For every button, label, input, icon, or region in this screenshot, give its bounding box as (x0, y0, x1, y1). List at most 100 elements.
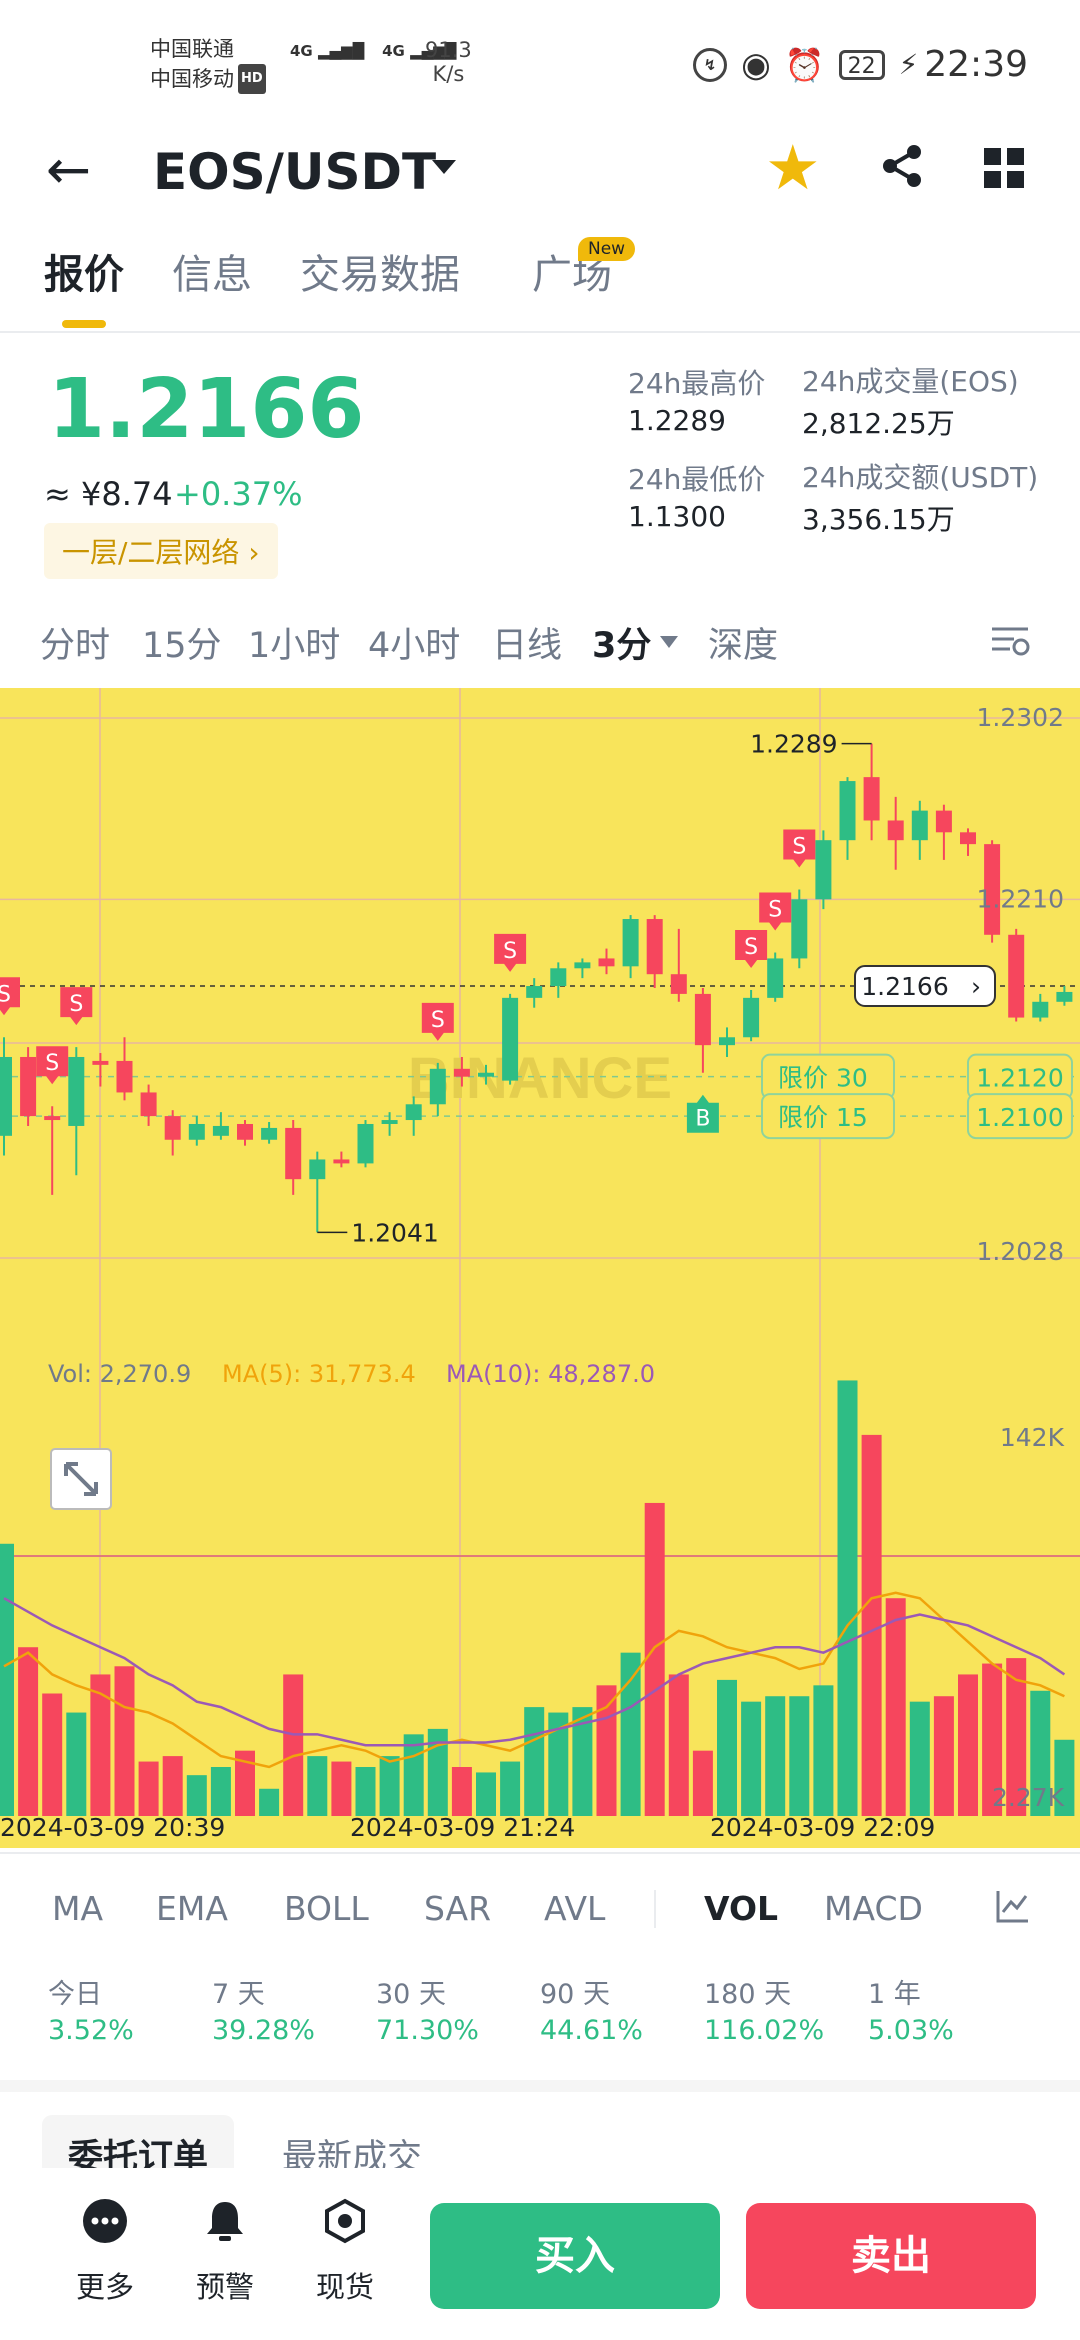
volume-bar (789, 1696, 810, 1816)
alert-button[interactable]: 预警 (175, 2198, 275, 2306)
buy-button[interactable]: 买入 (430, 2203, 720, 2309)
order-price-label: 1.2120 (976, 1064, 1063, 1093)
volume-bar (210, 1767, 231, 1816)
volume-bar (861, 1434, 882, 1816)
sell-marker: S (494, 933, 527, 972)
more-button[interactable]: 更多 (55, 2198, 155, 2306)
expand-chart-icon[interactable] (50, 1448, 112, 1510)
candle-body (285, 1127, 302, 1180)
network-button[interactable]: 一层/二层网络 › (44, 523, 278, 579)
interval-15m[interactable]: 15分 (142, 622, 222, 670)
buy-marker: B (686, 1094, 719, 1133)
volume-bar (451, 1767, 472, 1816)
vol-legend: Vol: 2,270.9 (48, 1360, 191, 1388)
battery-icon: 22 (838, 49, 885, 80)
candle-body (743, 997, 760, 1038)
alert-label: 预警 (195, 2270, 254, 2304)
candle-body (1032, 1001, 1049, 1018)
perf-value-2: 71.30% (376, 2015, 479, 2046)
pair-title[interactable]: EOS/USDT (153, 142, 436, 202)
tab-trading-data[interactable]: 交易数据 (300, 245, 460, 305)
candle-body (68, 1056, 85, 1126)
volume-bar (813, 1685, 834, 1816)
indicator-boll[interactable]: BOLL (284, 1885, 369, 1933)
price-axis-label: 1.2302 (977, 703, 1064, 732)
sell-marker-label: S (69, 992, 83, 1017)
candle-body (815, 840, 832, 900)
charging-icon: ⚡ (898, 48, 919, 81)
volume-bar (765, 1696, 786, 1816)
grid-menu-icon[interactable] (984, 148, 1024, 188)
tab-info[interactable]: 信息 (172, 245, 252, 305)
indicator-vol[interactable]: VOL (704, 1885, 778, 1933)
spot-label: 现货 (315, 2270, 374, 2304)
sell-marker-label: S (45, 1051, 59, 1076)
stat-label-low: 24h最低价 (628, 463, 766, 496)
stat-value-volume: 2,812.25万 (802, 407, 955, 440)
kline-svg[interactable]: BINANCE 1.2166 ›限价 30 1.2120限价 15 1.2100 SS… (0, 688, 1080, 1848)
candle-body (863, 777, 880, 821)
candle-body (309, 1159, 326, 1180)
volume-bar (837, 1380, 858, 1816)
share-icon[interactable] (878, 142, 926, 190)
indicator-avl[interactable]: AVL (544, 1885, 605, 1933)
active-tab-indicator (62, 320, 106, 328)
back-arrow-icon[interactable]: ← (46, 140, 91, 200)
volume-bar (596, 1685, 617, 1816)
interval-1h[interactable]: 1小时 (248, 622, 340, 670)
volume-bar (18, 1647, 39, 1816)
indicator-settings-icon[interactable] (995, 1888, 1031, 1924)
top-tabs: 报价 信息 交易数据 广场 (0, 245, 1080, 333)
candle-body (526, 986, 543, 998)
candle-body (839, 781, 856, 841)
candle-body (357, 1123, 374, 1164)
interval-3m[interactable]: 3分 (592, 622, 651, 670)
candle-body (574, 962, 591, 969)
section-separator (0, 2080, 1080, 2092)
interval-depth[interactable]: 深度 (708, 622, 778, 670)
sell-button[interactable]: 卖出 (746, 2203, 1036, 2309)
volume-bar (186, 1775, 207, 1816)
favorite-star-icon[interactable]: ★ (765, 135, 821, 201)
volume-bar (476, 1772, 496, 1816)
candle-body (960, 832, 976, 845)
stat-value-low: 1.1300 (628, 500, 726, 533)
volume-bar (933, 1696, 954, 1816)
interval-more-icon[interactable] (660, 636, 678, 648)
perf-value-3: 44.61% (540, 2015, 643, 2046)
hd-badge: HD (238, 64, 266, 94)
indicator-sar[interactable]: SAR (424, 1885, 491, 1933)
stat-value-high: 1.2289 (628, 404, 726, 437)
perf-label-4: 180 天 (704, 1979, 792, 2010)
candle-body (694, 993, 711, 1046)
indicator-ma[interactable]: MA (52, 1885, 103, 1933)
current-price-label: 1.2166 (861, 972, 948, 1001)
interval-1d[interactable]: 日线 (492, 622, 562, 670)
chart-settings-icon[interactable] (990, 625, 1030, 661)
volume-bar (307, 1756, 328, 1816)
volume-bar (331, 1761, 352, 1816)
sell-marker-label: S (792, 834, 806, 859)
clock: 22:39 (924, 44, 1028, 85)
indicator-divider (654, 1890, 656, 1928)
spot-icon (325, 2198, 365, 2244)
interval-time[interactable]: 分时 (40, 622, 110, 670)
pair-dropdown-icon[interactable] (432, 160, 456, 174)
candle-body (598, 958, 615, 967)
sell-marker-label: S (744, 935, 758, 960)
time-axis-label: 2024-03-09 20:39 (0, 1813, 225, 1842)
kline-chart[interactable]: BINANCE 1.2166 › 限价 30 1.2120 限价 15 1.2100 SS… (0, 688, 1080, 1848)
tab-quote[interactable]: 报价 (44, 245, 124, 305)
candle-body (550, 968, 567, 987)
sell-marker-label: S (503, 939, 517, 964)
watermark: BINANCE (408, 1046, 672, 1111)
interval-4h[interactable]: 4小时 (368, 622, 460, 670)
volume-bar (644, 1502, 665, 1816)
spot-button[interactable]: 现货 (295, 2198, 395, 2306)
indicator-macd[interactable]: MACD (824, 1885, 923, 1933)
candle-body (333, 1159, 350, 1164)
candle-body (237, 1123, 253, 1140)
perf-label-2: 30 天 (376, 1979, 446, 2010)
alarm-icon: ⏰ (784, 45, 825, 84)
indicator-ema[interactable]: EMA (156, 1885, 228, 1933)
